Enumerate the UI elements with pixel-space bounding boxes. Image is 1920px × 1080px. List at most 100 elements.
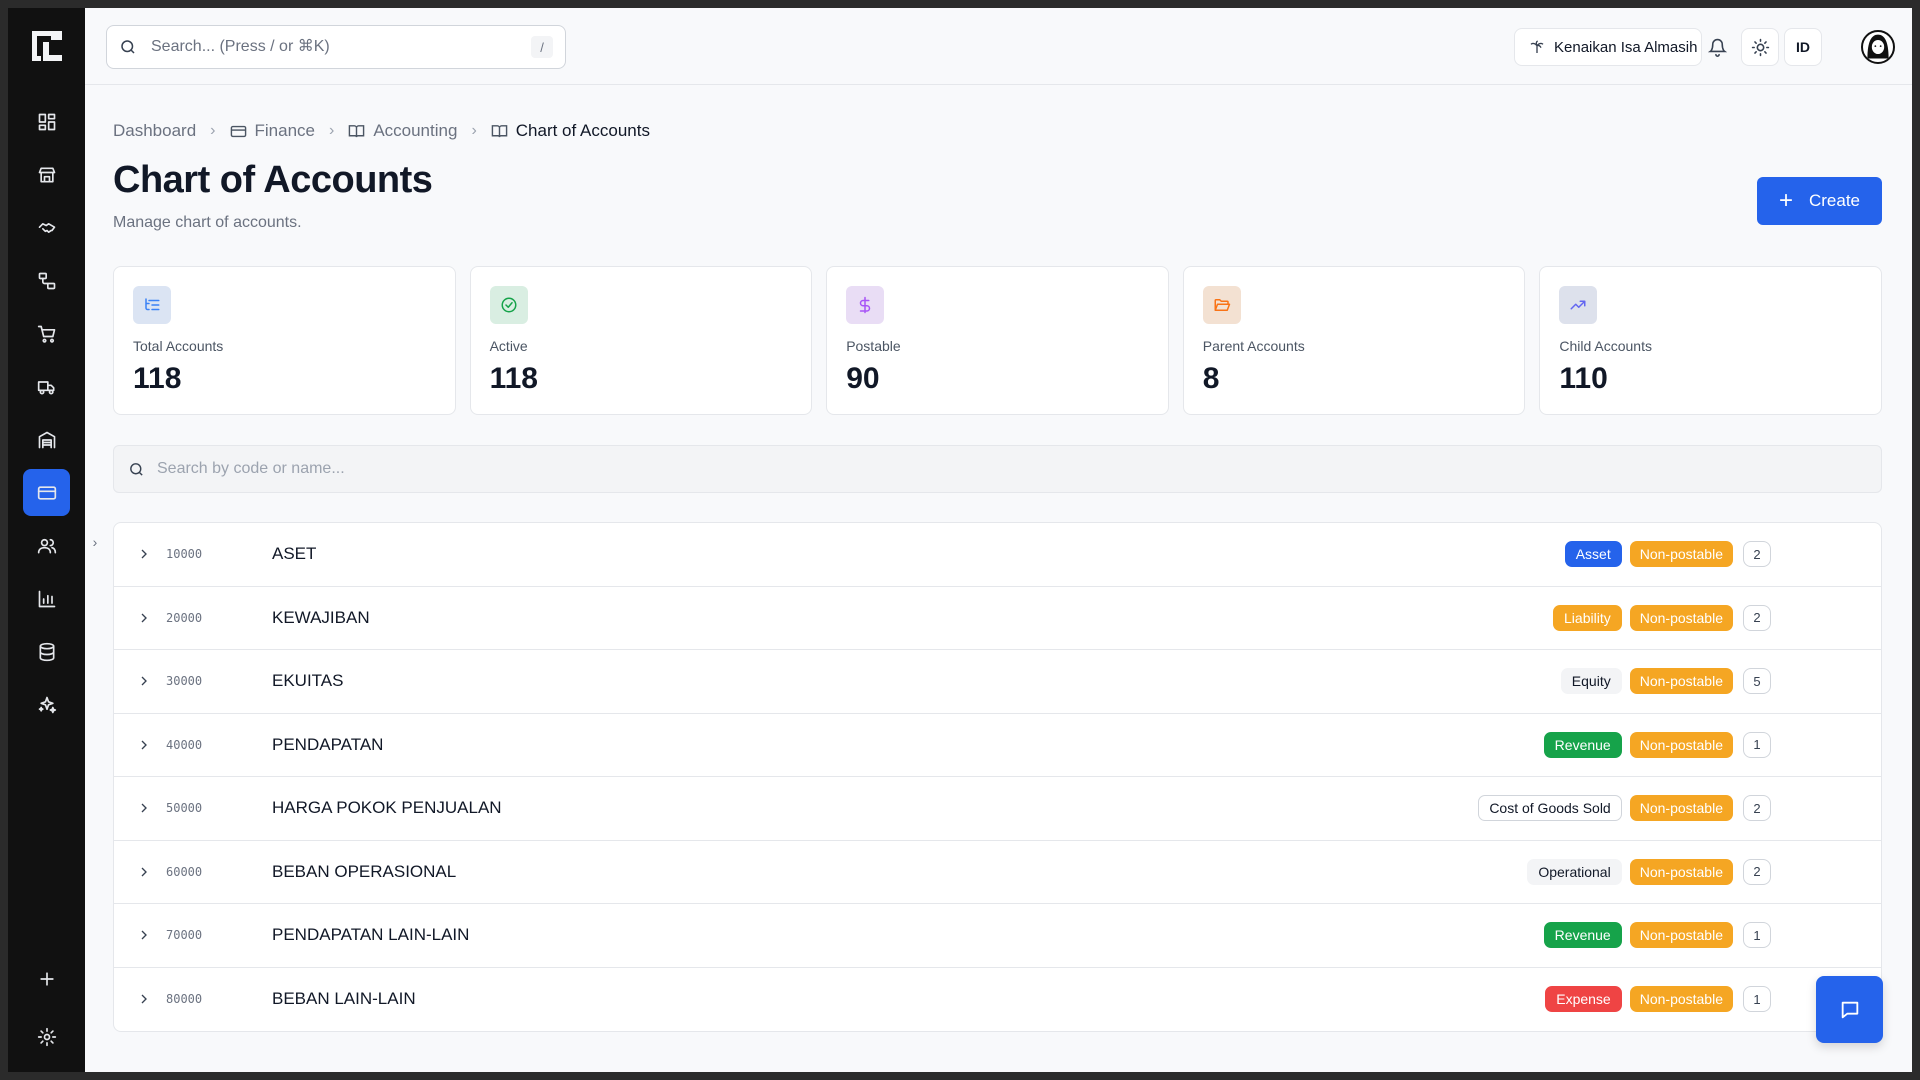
sidebar-item-store[interactable] — [23, 151, 70, 198]
account-badges: Expense Non-postable 1 — [1545, 986, 1771, 1013]
chevron-right-icon[interactable] — [136, 927, 152, 943]
sidebar-nav — [23, 98, 70, 728]
page-subtitle: Manage chart of accounts. — [113, 214, 302, 231]
sidebar-item-warehouse[interactable] — [23, 416, 70, 463]
breadcrumb-item[interactable]: Finance — [230, 121, 315, 141]
account-type-badge: Liability — [1553, 604, 1622, 631]
posting-status-badge: Non-postable — [1629, 668, 1733, 695]
book-open-icon — [349, 124, 365, 137]
chevron-right-icon[interactable] — [136, 991, 152, 1007]
account-row[interactable]: 40000 PENDAPATAN Revenue Non-postable 1 — [114, 714, 1881, 777]
sidebar-item-bar-chart[interactable] — [23, 575, 70, 622]
account-row[interactable]: 70000 PENDAPATAN LAIN-LAIN Revenue Non-post… — [114, 904, 1881, 968]
user-avatar-icon — [1867, 34, 1889, 59]
global-search-input[interactable] — [151, 38, 531, 56]
theme-toggle-button[interactable] — [1741, 28, 1779, 66]
child-count-badge: 1 — [1743, 731, 1771, 758]
sidebar-item-handshake[interactable] — [23, 204, 70, 251]
account-name: HARGA POKOK PENJUALAN — [272, 798, 502, 818]
avatar[interactable] — [1861, 30, 1895, 64]
posting-status-badge: Non-postable — [1629, 858, 1733, 885]
child-count-badge: 2 — [1743, 795, 1771, 822]
app-logo-icon[interactable] — [29, 28, 65, 64]
account-row[interactable]: 30000 EKUITAS Equity Non-postable 5 — [114, 650, 1881, 714]
account-code: 40000 — [166, 737, 203, 752]
global-search[interactable]: / — [106, 25, 566, 69]
posting-status-badge: Non-postable — [1629, 986, 1733, 1013]
sidebar-item-dashboard-grid[interactable] — [23, 98, 70, 145]
breadcrumb-label: Finance — [254, 121, 315, 140]
check-circle-icon — [501, 297, 517, 313]
list-tree-icon — [145, 298, 160, 311]
account-search[interactable] — [113, 445, 1882, 493]
account-code: 10000 — [166, 547, 203, 562]
account-row[interactable]: 50000 HARGA POKOK PENJUALAN Cost of Goods … — [114, 777, 1881, 841]
shopping-cart-icon — [37, 325, 55, 343]
account-type-badge: Operational — [1527, 858, 1622, 885]
chevron-right-icon: › — [328, 122, 335, 139]
sidebar-item-shopping-cart[interactable] — [23, 310, 70, 357]
account-row[interactable]: 80000 BEBAN LAIN-LAIN Expense Non-postable 1 — [114, 968, 1881, 1032]
app-window: › / Kenaikan Isa Almasih ID — [8, 8, 1912, 1072]
account-code: 80000 — [166, 992, 203, 1007]
create-button[interactable]: + Create — [1757, 177, 1882, 225]
breadcrumb-item: Chart of Accounts — [491, 121, 650, 141]
stat-icon-box — [133, 286, 171, 324]
sidebar-item-database[interactable] — [23, 628, 70, 675]
chevron-right-icon: › — [210, 122, 216, 139]
posting-status-badge: Non-postable — [1629, 541, 1733, 568]
plus-icon — [39, 972, 54, 986]
credit-card-icon — [37, 485, 56, 500]
child-count-badge: 2 — [1743, 858, 1771, 885]
account-row[interactable]: 60000 BEBAN OPERASIONAL Operational Non-pos… — [114, 841, 1881, 904]
account-name: PENDAPATAN LAIN-LAIN — [272, 925, 470, 945]
account-search-input[interactable] — [157, 460, 1867, 478]
child-count-badge: 2 — [1743, 604, 1771, 631]
sidebar — [8, 8, 85, 1072]
gear-icon — [37, 1027, 56, 1047]
breadcrumb-item[interactable]: Dashboard — [113, 121, 196, 141]
account-code: 20000 — [166, 610, 203, 625]
create-button-label: Create — [1808, 191, 1861, 210]
chevron-right-icon[interactable] — [136, 546, 152, 562]
child-count-badge: 2 — [1743, 541, 1771, 568]
account-name: BEBAN OPERASIONAL — [272, 861, 457, 881]
account-type-badge: Expense — [1545, 986, 1622, 1013]
sidebar-item-truck[interactable] — [23, 363, 70, 410]
add-module-button[interactable] — [23, 958, 70, 1000]
child-count-badge: 1 — [1743, 986, 1771, 1013]
search-shortcut-hint: / — [531, 36, 553, 58]
chevron-right-icon[interactable] — [136, 864, 152, 880]
account-badges: Revenue Non-postable 1 — [1543, 922, 1771, 949]
company-switcher[interactable]: Kenaikan Isa Almasih — [1514, 28, 1702, 66]
stat-icon-box — [1202, 286, 1241, 324]
account-row[interactable]: 10000 ASET Asset Non-postable 2 — [114, 523, 1881, 587]
sidebar-item-workflow[interactable] — [23, 257, 70, 304]
sparkles-icon — [38, 696, 56, 713]
stat-label: Total Accounts — [133, 338, 224, 354]
page-title: Chart of Accounts — [113, 159, 433, 201]
chevron-right-icon[interactable] — [136, 673, 152, 689]
stat-icon-box — [489, 286, 528, 324]
account-name: BEBAN LAIN-LAIN — [272, 989, 416, 1009]
language-switcher[interactable]: ID — [1784, 28, 1822, 66]
settings-button[interactable] — [23, 1016, 70, 1058]
stat-value: 118 — [133, 362, 182, 395]
plus-icon: + — [1778, 187, 1793, 214]
sidebar-item-sparkles[interactable] — [23, 681, 70, 728]
accounts-table: 10000 ASET Asset Non-postable 2 20000 KEWAJIBA… — [113, 522, 1882, 1032]
chevron-right-icon[interactable] — [136, 737, 152, 753]
account-row[interactable]: 20000 KEWAJIBAN Liability Non-postable 2 — [114, 587, 1881, 650]
sidebar-item-credit-card[interactable] — [23, 469, 70, 516]
account-name: EKUITAS — [272, 671, 344, 691]
breadcrumb-item[interactable]: Accounting — [348, 121, 457, 141]
chat-button[interactable] — [1816, 976, 1883, 1043]
chevron-right-icon[interactable] — [136, 610, 152, 626]
sidebar-item-users[interactable] — [23, 522, 70, 569]
store-icon — [38, 167, 55, 182]
truck-icon — [37, 380, 55, 394]
notifications-button[interactable] — [1698, 28, 1736, 66]
account-type-badge: Revenue — [1543, 731, 1622, 758]
chevron-right-icon[interactable] — [136, 800, 152, 816]
stat-label: Postable — [846, 338, 901, 354]
